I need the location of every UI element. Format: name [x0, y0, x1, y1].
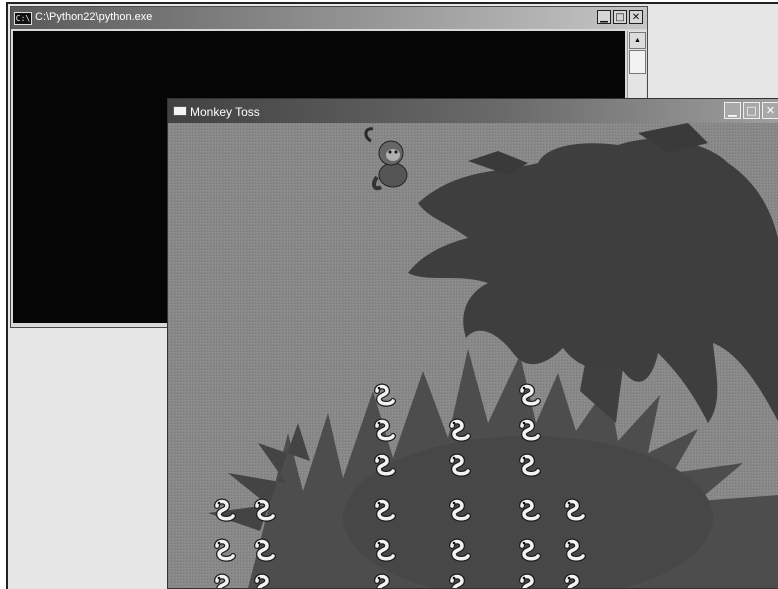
game-titlebar[interactable]: Monkey Toss ▁ □ ✕: [168, 99, 778, 123]
console-window-title: C:\Python22\python.exe: [35, 11, 153, 23]
game-minimize-button[interactable]: ▁: [724, 102, 741, 119]
console-close-button[interactable]: ✕: [629, 10, 643, 24]
game-canvas[interactable]: [168, 123, 778, 588]
game-maximize-button[interactable]: □: [743, 102, 760, 119]
console-system-icon[interactable]: C:\: [14, 12, 32, 25]
window-app-icon: [173, 106, 187, 116]
console-window-controls: ▁ □ ✕: [597, 10, 643, 24]
game-window: Monkey Toss ▁ □ ✕: [167, 98, 778, 589]
game-scene: [168, 123, 778, 588]
scroll-up-button[interactable]: ▲: [629, 32, 646, 49]
console-minimize-button[interactable]: ▁: [597, 10, 611, 24]
console-maximize-button[interactable]: □: [613, 10, 627, 24]
scroll-thumb[interactable]: [629, 50, 646, 74]
game-window-title: Monkey Toss: [190, 105, 260, 119]
game-window-controls: ▁ □ ✕: [724, 102, 778, 119]
console-titlebar[interactable]: C:\ C:\Python22\python.exe ▁ □ ✕: [11, 7, 647, 29]
game-close-button[interactable]: ✕: [762, 102, 778, 119]
